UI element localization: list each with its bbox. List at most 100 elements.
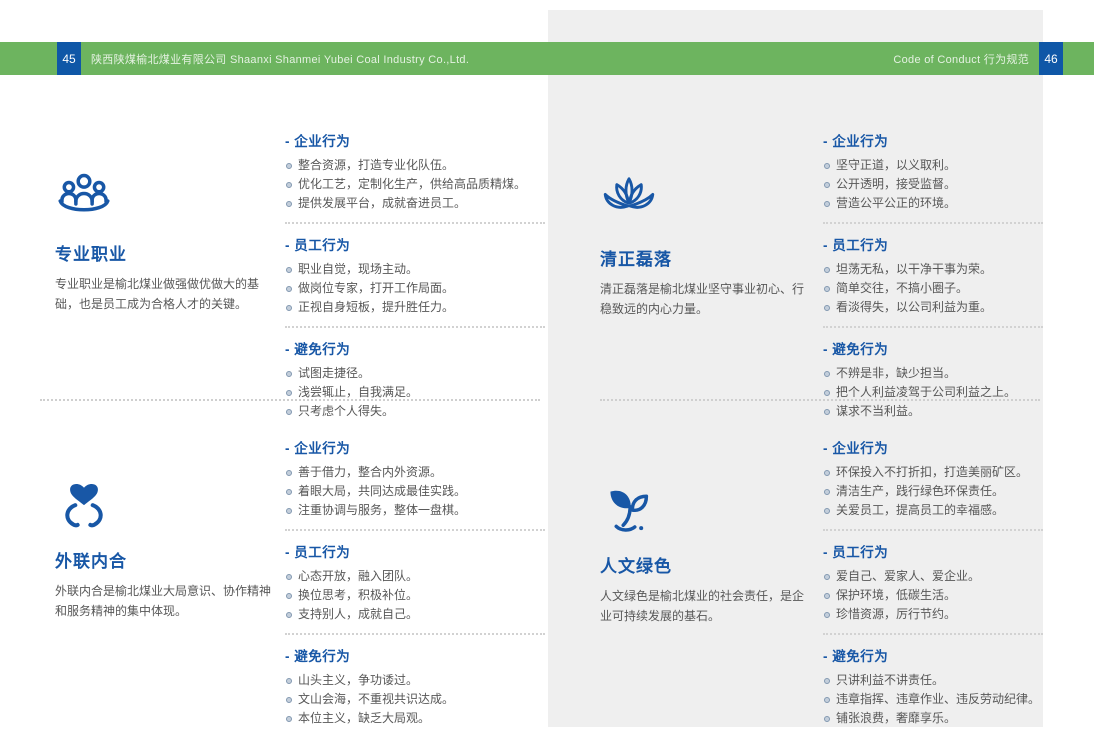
block-heading: 企业行为 (285, 130, 545, 150)
behavior-item: 心态开放，融入团队。 (285, 568, 545, 585)
block-heading: 避免行为 (285, 338, 545, 358)
block-heading: 企业行为 (285, 437, 545, 457)
block-heading: 员工行为 (823, 541, 1043, 561)
behavior-block: 避免行为 只讲利益不讲责任。 违章指挥、违章作业、违反劳动纪律。 铺张浪费，奢靡… (823, 645, 1043, 737)
behavior-item: 试图走捷径。 (285, 365, 545, 382)
behavior-item: 职业自觉，现场主动。 (285, 261, 545, 278)
section-intro: 专业职业 专业职业是榆北煤业做强做优做大的基础，也是员工成为合格人才的关键。 (40, 118, 285, 430)
section-intro: 人文绿色 人文绿色是榆北煤业的社会责任，是企业可持续发展的基石。 (598, 425, 823, 737)
block-items: 只讲利益不讲责任。 违章指挥、违章作业、违反劳动纪律。 铺张浪费，奢靡享乐。 (823, 672, 1043, 727)
block-items: 坦荡无私，以干净干事为荣。 简单交往，不搞小圈子。 看淡得失，以公司利益为重。 (823, 261, 1043, 316)
behavior-block: 员工行为 职业自觉，现场主动。 做岗位专家，打开工作局面。 正视自身短板，提升胜… (285, 234, 545, 328)
behavior-item: 正视自身短板，提升胜任力。 (285, 299, 545, 316)
block-heading: 员工行为 (823, 234, 1043, 254)
section-professional-career: 专业职业 专业职业是榆北煤业做强做优做大的基础，也是员工成为合格人才的关键。 企… (40, 118, 545, 430)
behavior-item: 爱自己、爱家人、爱企业。 (823, 568, 1043, 585)
behavior-blocks: 企业行为 环保投入不打折扣，打造美丽矿区。 清洁生产，践行绿色环保责任。 关爱员… (823, 425, 1043, 737)
behavior-item: 不辨是非，缺少担当。 (823, 365, 1043, 382)
behavior-item: 本位主义，缺乏大局观。 (285, 710, 545, 727)
block-heading: 避免行为 (285, 645, 545, 665)
behavior-block: 避免行为 山头主义，争功诿过。 文山会海，不重视共识达成。 本位主义，缺乏大局观… (285, 645, 545, 737)
behavior-block: 企业行为 善于借力，整合内外资源。 着眼大局，共同达成最佳实践。 注重协调与服务… (285, 437, 545, 531)
behavior-item: 只考虑个人得失。 (285, 403, 545, 420)
section-title: 人文绿色 (600, 552, 813, 577)
page-number-left: 45 (57, 42, 81, 75)
section-description: 人文绿色是榆北煤业的社会责任，是企业可持续发展的基石。 (600, 586, 813, 626)
behavior-item: 只讲利益不讲责任。 (823, 672, 1043, 689)
section-description: 清正磊落是榆北煤业坚守事业初心、行稳致远的内心力量。 (600, 279, 813, 319)
behavior-block: 企业行为 坚守正道，以义取利。 公开透明，接受监督。 营造公平公正的环境。 (823, 130, 1043, 224)
behavior-item: 浅尝辄止，自我满足。 (285, 384, 545, 401)
section-title: 专业职业 (55, 240, 275, 265)
block-heading: 员工行为 (285, 234, 545, 254)
behavior-block: 员工行为 爱自己、爱家人、爱企业。 保护环境，低碳生活。 珍惜资源，厉行节约。 (823, 541, 1043, 635)
behavior-item: 支持别人，成就自己。 (285, 606, 545, 623)
block-items: 爱自己、爱家人、爱企业。 保护环境，低碳生活。 珍惜资源，厉行节约。 (823, 568, 1043, 623)
behavior-item: 换位思考，积极补位。 (285, 587, 545, 604)
section-intro: 清正磊落 清正磊落是榆北煤业坚守事业初心、行稳致远的内心力量。 (598, 118, 823, 430)
header-document-title: Code of Conduct 行为规范 (893, 51, 1029, 67)
section-title: 清正磊落 (600, 245, 813, 270)
header-company-title: 陕西陕煤榆北煤业有限公司 Shaanxi Shanmei Yubei Coal … (91, 51, 469, 67)
behavior-block: 员工行为 坦荡无私，以干净干事为荣。 简单交往，不搞小圈子。 看淡得失，以公司利… (823, 234, 1043, 328)
block-items: 整合资源，打造专业化队伍。 优化工艺，定制化生产，供给高品质精煤。 提供发展平台… (285, 157, 545, 212)
behavior-block: 企业行为 环保投入不打折扣，打造美丽矿区。 清洁生产，践行绿色环保责任。 关爱员… (823, 437, 1043, 531)
behavior-item: 注重协调与服务，整体一盘棋。 (285, 502, 545, 519)
lotus-icon (600, 173, 658, 231)
block-heading: 企业行为 (823, 130, 1043, 150)
section-intro: 外联内合 外联内合是榆北煤业大局意识、协作精神和服务精神的集中体现。 (40, 425, 285, 737)
behavior-item: 简单交往，不搞小圈子。 (823, 280, 1043, 297)
behavior-item: 铺张浪费，奢靡享乐。 (823, 710, 1043, 727)
behavior-item: 坚守正道，以义取利。 (823, 157, 1043, 174)
behavior-item: 坦荡无私，以干净干事为荣。 (823, 261, 1043, 278)
heart-in-hands-icon (55, 475, 113, 533)
block-items: 试图走捷径。 浅尝辄止，自我满足。 只考虑个人得失。 (285, 365, 545, 420)
behavior-item: 公开透明，接受监督。 (823, 176, 1043, 193)
block-items: 不辨是非，缺少担当。 把个人利益凌驾于公司利益之上。 谋求不当利益。 (823, 365, 1043, 420)
behavior-blocks: 企业行为 善于借力，整合内外资源。 着眼大局，共同达成最佳实践。 注重协调与服务… (285, 425, 545, 737)
block-heading: 避免行为 (823, 338, 1043, 358)
header-band: 45 陕西陕煤榆北煤业有限公司 Shaanxi Shanmei Yubei Co… (0, 42, 1094, 75)
behavior-item: 营造公平公正的环境。 (823, 195, 1043, 212)
behavior-item: 提供发展平台，成就奋进员工。 (285, 195, 545, 212)
behavior-item: 优化工艺，定制化生产，供给高品质精煤。 (285, 176, 545, 193)
behavior-block: 企业行为 整合资源，打造专业化队伍。 优化工艺，定制化生产，供给高品质精煤。 提… (285, 130, 545, 224)
block-items: 心态开放，融入团队。 换位思考，积极补位。 支持别人，成就自己。 (285, 568, 545, 623)
behavior-block: 避免行为 不辨是非，缺少担当。 把个人利益凌驾于公司利益之上。 谋求不当利益。 (823, 338, 1043, 430)
behavior-item: 着眼大局，共同达成最佳实践。 (285, 483, 545, 500)
behavior-item: 关爱员工，提高员工的幸福感。 (823, 502, 1043, 519)
behavior-item: 清洁生产，践行绿色环保责任。 (823, 483, 1043, 500)
section-external-internal-unity: 外联内合 外联内合是榆北煤业大局意识、协作精神和服务精神的集中体现。 企业行为 … (40, 425, 545, 737)
section-description: 外联内合是榆北煤业大局意识、协作精神和服务精神的集中体现。 (55, 581, 275, 621)
behavior-item: 珍惜资源，厉行节约。 (823, 606, 1043, 623)
block-heading: 避免行为 (823, 645, 1043, 665)
team-icon (55, 168, 113, 226)
section-title: 外联内合 (55, 547, 275, 572)
block-items: 职业自觉，现场主动。 做岗位专家，打开工作局面。 正视自身短板，提升胜任力。 (285, 261, 545, 316)
section-description: 专业职业是榆北煤业做强做优做大的基础，也是员工成为合格人才的关键。 (55, 274, 275, 314)
behavior-item: 环保投入不打折扣，打造美丽矿区。 (823, 464, 1043, 481)
behavior-item: 看淡得失，以公司利益为重。 (823, 299, 1043, 316)
behavior-item: 整合资源，打造专业化队伍。 (285, 157, 545, 174)
behavior-item: 文山会海，不重视共识达成。 (285, 691, 545, 708)
section-humanistic-green: 人文绿色 人文绿色是榆北煤业的社会责任，是企业可持续发展的基石。 企业行为 环保… (598, 425, 1043, 737)
behavior-item: 违章指挥、违章作业、违反劳动纪律。 (823, 691, 1043, 708)
behavior-blocks: 企业行为 整合资源，打造专业化队伍。 优化工艺，定制化生产，供给高品质精煤。 提… (285, 118, 545, 430)
behavior-item: 把个人利益凌驾于公司利益之上。 (823, 384, 1043, 401)
block-items: 山头主义，争功诿过。 文山会海，不重视共识达成。 本位主义，缺乏大局观。 (285, 672, 545, 727)
behavior-block: 员工行为 心态开放，融入团队。 换位思考，积极补位。 支持别人，成就自己。 (285, 541, 545, 635)
behavior-block: 避免行为 试图走捷径。 浅尝辄止，自我满足。 只考虑个人得失。 (285, 338, 545, 430)
block-items: 善于借力，整合内外资源。 着眼大局，共同达成最佳实践。 注重协调与服务，整体一盘… (285, 464, 545, 519)
behavior-item: 做岗位专家，打开工作局面。 (285, 280, 545, 297)
behavior-blocks: 企业行为 坚守正道，以义取利。 公开透明，接受监督。 营造公平公正的环境。 员工… (823, 118, 1043, 430)
page-number-right: 46 (1039, 42, 1063, 75)
block-heading: 企业行为 (823, 437, 1043, 457)
behavior-item: 善于借力，整合内外资源。 (285, 464, 545, 481)
behavior-item: 山头主义，争功诿过。 (285, 672, 545, 689)
sprout-icon (600, 480, 658, 538)
block-heading: 员工行为 (285, 541, 545, 561)
behavior-item: 谋求不当利益。 (823, 403, 1043, 420)
behavior-item: 保护环境，低碳生活。 (823, 587, 1043, 604)
section-integrity: 清正磊落 清正磊落是榆北煤业坚守事业初心、行稳致远的内心力量。 企业行为 坚守正… (598, 118, 1043, 430)
block-items: 环保投入不打折扣，打造美丽矿区。 清洁生产，践行绿色环保责任。 关爱员工，提高员… (823, 464, 1043, 519)
